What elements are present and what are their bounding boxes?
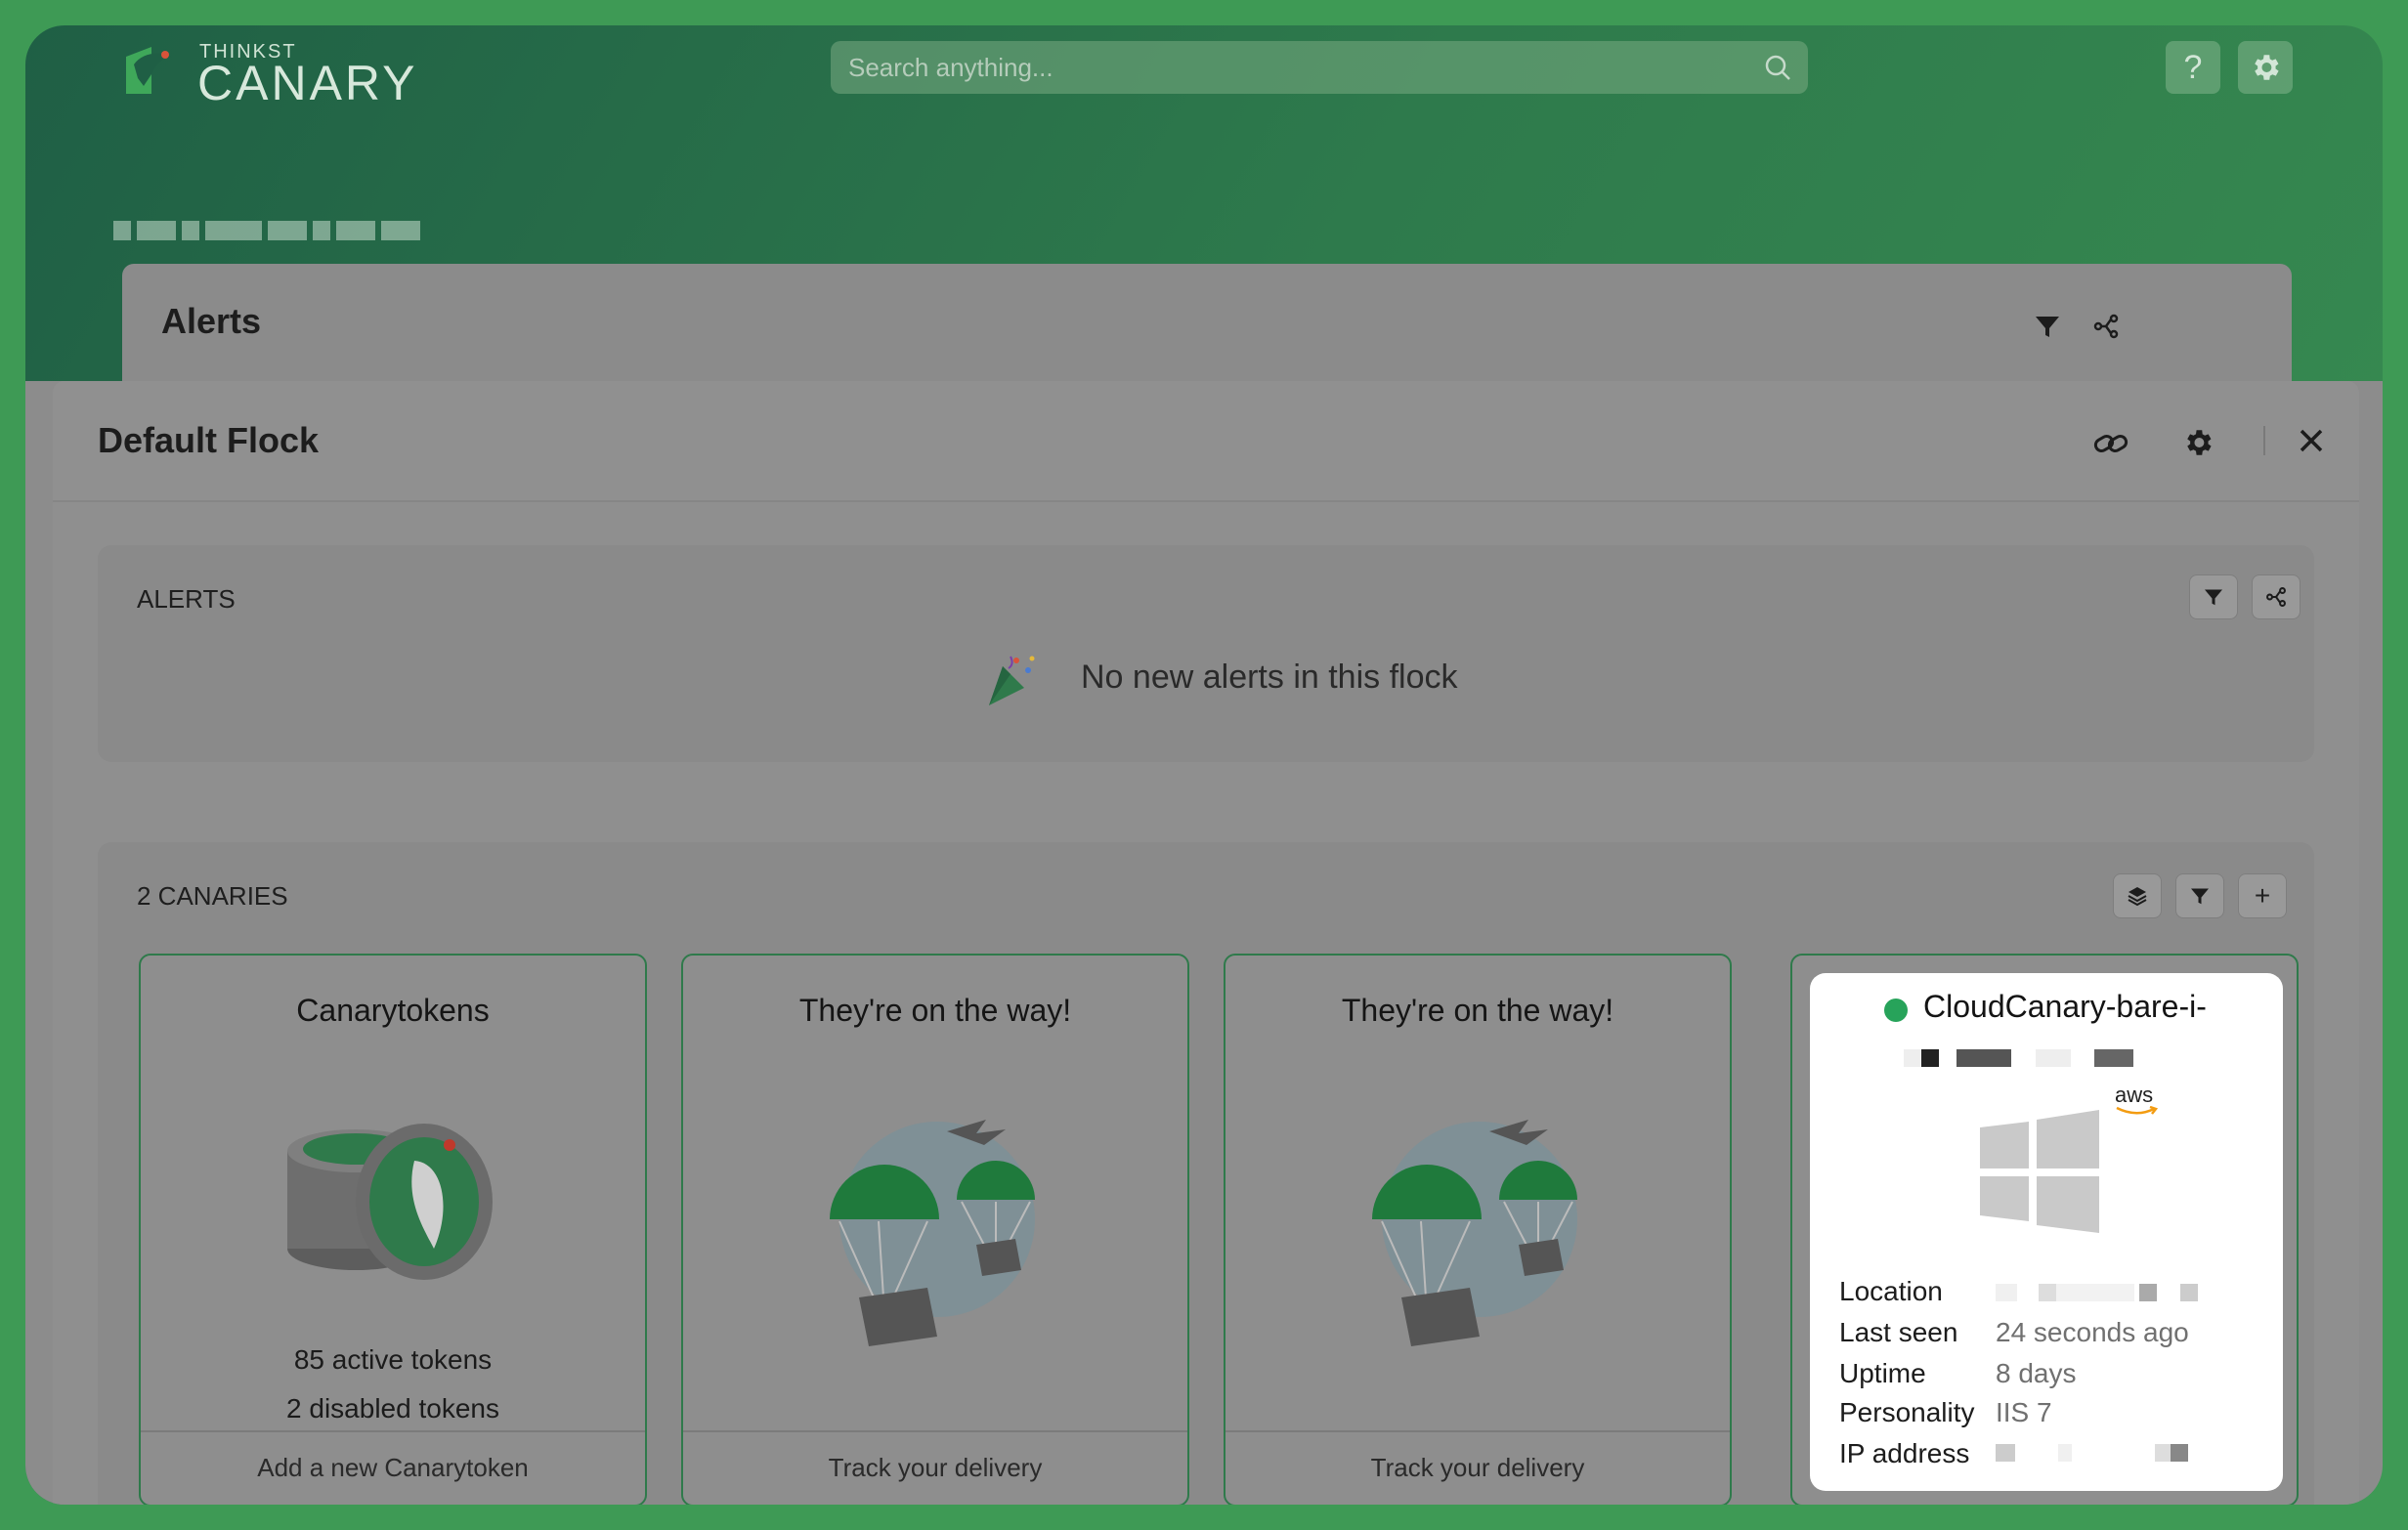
alerts-panel: Alerts	[122, 264, 2292, 401]
party-popper-icon	[989, 656, 1035, 705]
track-delivery-link[interactable]: Track your delivery	[683, 1430, 1187, 1505]
plus-icon: +	[2254, 880, 2271, 911]
app-window: THINKST CANARY ? Alerts	[25, 25, 2383, 1505]
redacted-ip	[1996, 1444, 2188, 1462]
share-icon[interactable]	[2090, 311, 2122, 342]
search-input[interactable]	[846, 51, 1763, 84]
parachute-delivery-icon	[830, 1120, 1035, 1346]
card-title: Canarytokens	[296, 993, 490, 1028]
layers-button[interactable]	[2113, 873, 2162, 918]
filter-icon	[2191, 888, 2209, 905]
disabled-tokens-count: 2 disabled tokens	[286, 1393, 499, 1424]
search-bar[interactable]	[831, 41, 1808, 94]
canary-logo-icon	[126, 47, 171, 94]
aws-logo: aws	[2115, 1083, 2154, 1107]
alerts-panel-title: Alerts	[161, 301, 262, 341]
card-title: They're on the way!	[1341, 993, 1614, 1028]
personality-label: Personality	[1839, 1397, 1975, 1427]
ip-address-label: IP address	[1839, 1438, 1970, 1468]
empty-alerts-message: No new alerts in this flock	[1081, 659, 1458, 696]
share-icon	[2266, 587, 2286, 607]
breadcrumb	[113, 221, 420, 240]
redacted-location	[1996, 1284, 2199, 1301]
link-icon[interactable]	[2091, 424, 2130, 463]
card-title: They're on the way!	[798, 993, 1072, 1028]
canaries-section-label: 2 CANARIES	[137, 881, 288, 911]
device-name: CloudCanary-bare-i-	[1923, 989, 2207, 1024]
uptime-label: Uptime	[1839, 1358, 1926, 1388]
track-delivery-link[interactable]: Track your delivery	[1226, 1430, 1730, 1505]
aws-smile-icon	[2116, 1106, 2158, 1115]
active-tokens-count: 85 active tokens	[293, 1344, 493, 1375]
filter-button[interactable]	[2189, 574, 2238, 619]
token-coins-icon	[287, 1124, 493, 1280]
header-divider	[2263, 426, 2265, 455]
modal-header: Default Flock	[53, 381, 2359, 502]
add-canarytoken-link[interactable]: Add a new Canarytoken	[141, 1430, 645, 1505]
last-seen-value: 24 seconds ago	[1996, 1317, 2189, 1347]
settings-button[interactable]	[2238, 41, 2293, 94]
parachute-delivery-icon	[1372, 1120, 1577, 1346]
filter-icon	[2205, 589, 2222, 606]
location-label: Location	[1839, 1276, 1943, 1306]
filter-icon[interactable]	[2032, 311, 2063, 342]
modal-title: Default Flock	[98, 420, 320, 460]
redacted-id	[1904, 1049, 2134, 1067]
personality-value: IIS 7	[1996, 1397, 2052, 1427]
last-seen-label: Last seen	[1839, 1317, 1958, 1347]
cloud-canary-details: CloudCanary-bare-i- aws Location Last se…	[1810, 973, 2283, 1491]
logo-text: CANARY	[197, 56, 418, 110]
cloud-canary-card[interactable]: CloudCanary-bare-i- aws Location Last se…	[1790, 954, 2299, 1505]
delivery-card[interactable]: They're on the way! Track your delivery	[681, 954, 1189, 1505]
gear-icon	[2255, 55, 2279, 80]
layers-icon	[2128, 887, 2147, 907]
add-canary-button[interactable]: +	[2238, 873, 2287, 918]
close-icon[interactable]	[2297, 426, 2326, 455]
alerts-section-label: ALERTS	[137, 584, 236, 614]
uptime-value: 8 days	[1996, 1358, 2077, 1388]
share-button[interactable]	[2252, 574, 2300, 619]
online-status-indicator	[1884, 999, 1908, 1022]
search-icon[interactable]	[1763, 53, 1792, 82]
windows-icon	[1980, 1110, 2099, 1233]
canarytokens-card[interactable]: Canarytokens 85 active tokens 2 disabled…	[139, 954, 647, 1505]
filter-button[interactable]	[2175, 873, 2224, 918]
gear-icon[interactable]	[2181, 426, 2214, 459]
alerts-section: ALERTS No new alerts in this flock	[98, 545, 2314, 762]
top-bar: THINKST CANARY ? Alerts	[25, 25, 2383, 401]
help-icon: ?	[2183, 48, 2203, 86]
delivery-card[interactable]: They're on the way! Track your delivery	[1224, 954, 1732, 1505]
help-button[interactable]: ?	[2166, 41, 2220, 94]
